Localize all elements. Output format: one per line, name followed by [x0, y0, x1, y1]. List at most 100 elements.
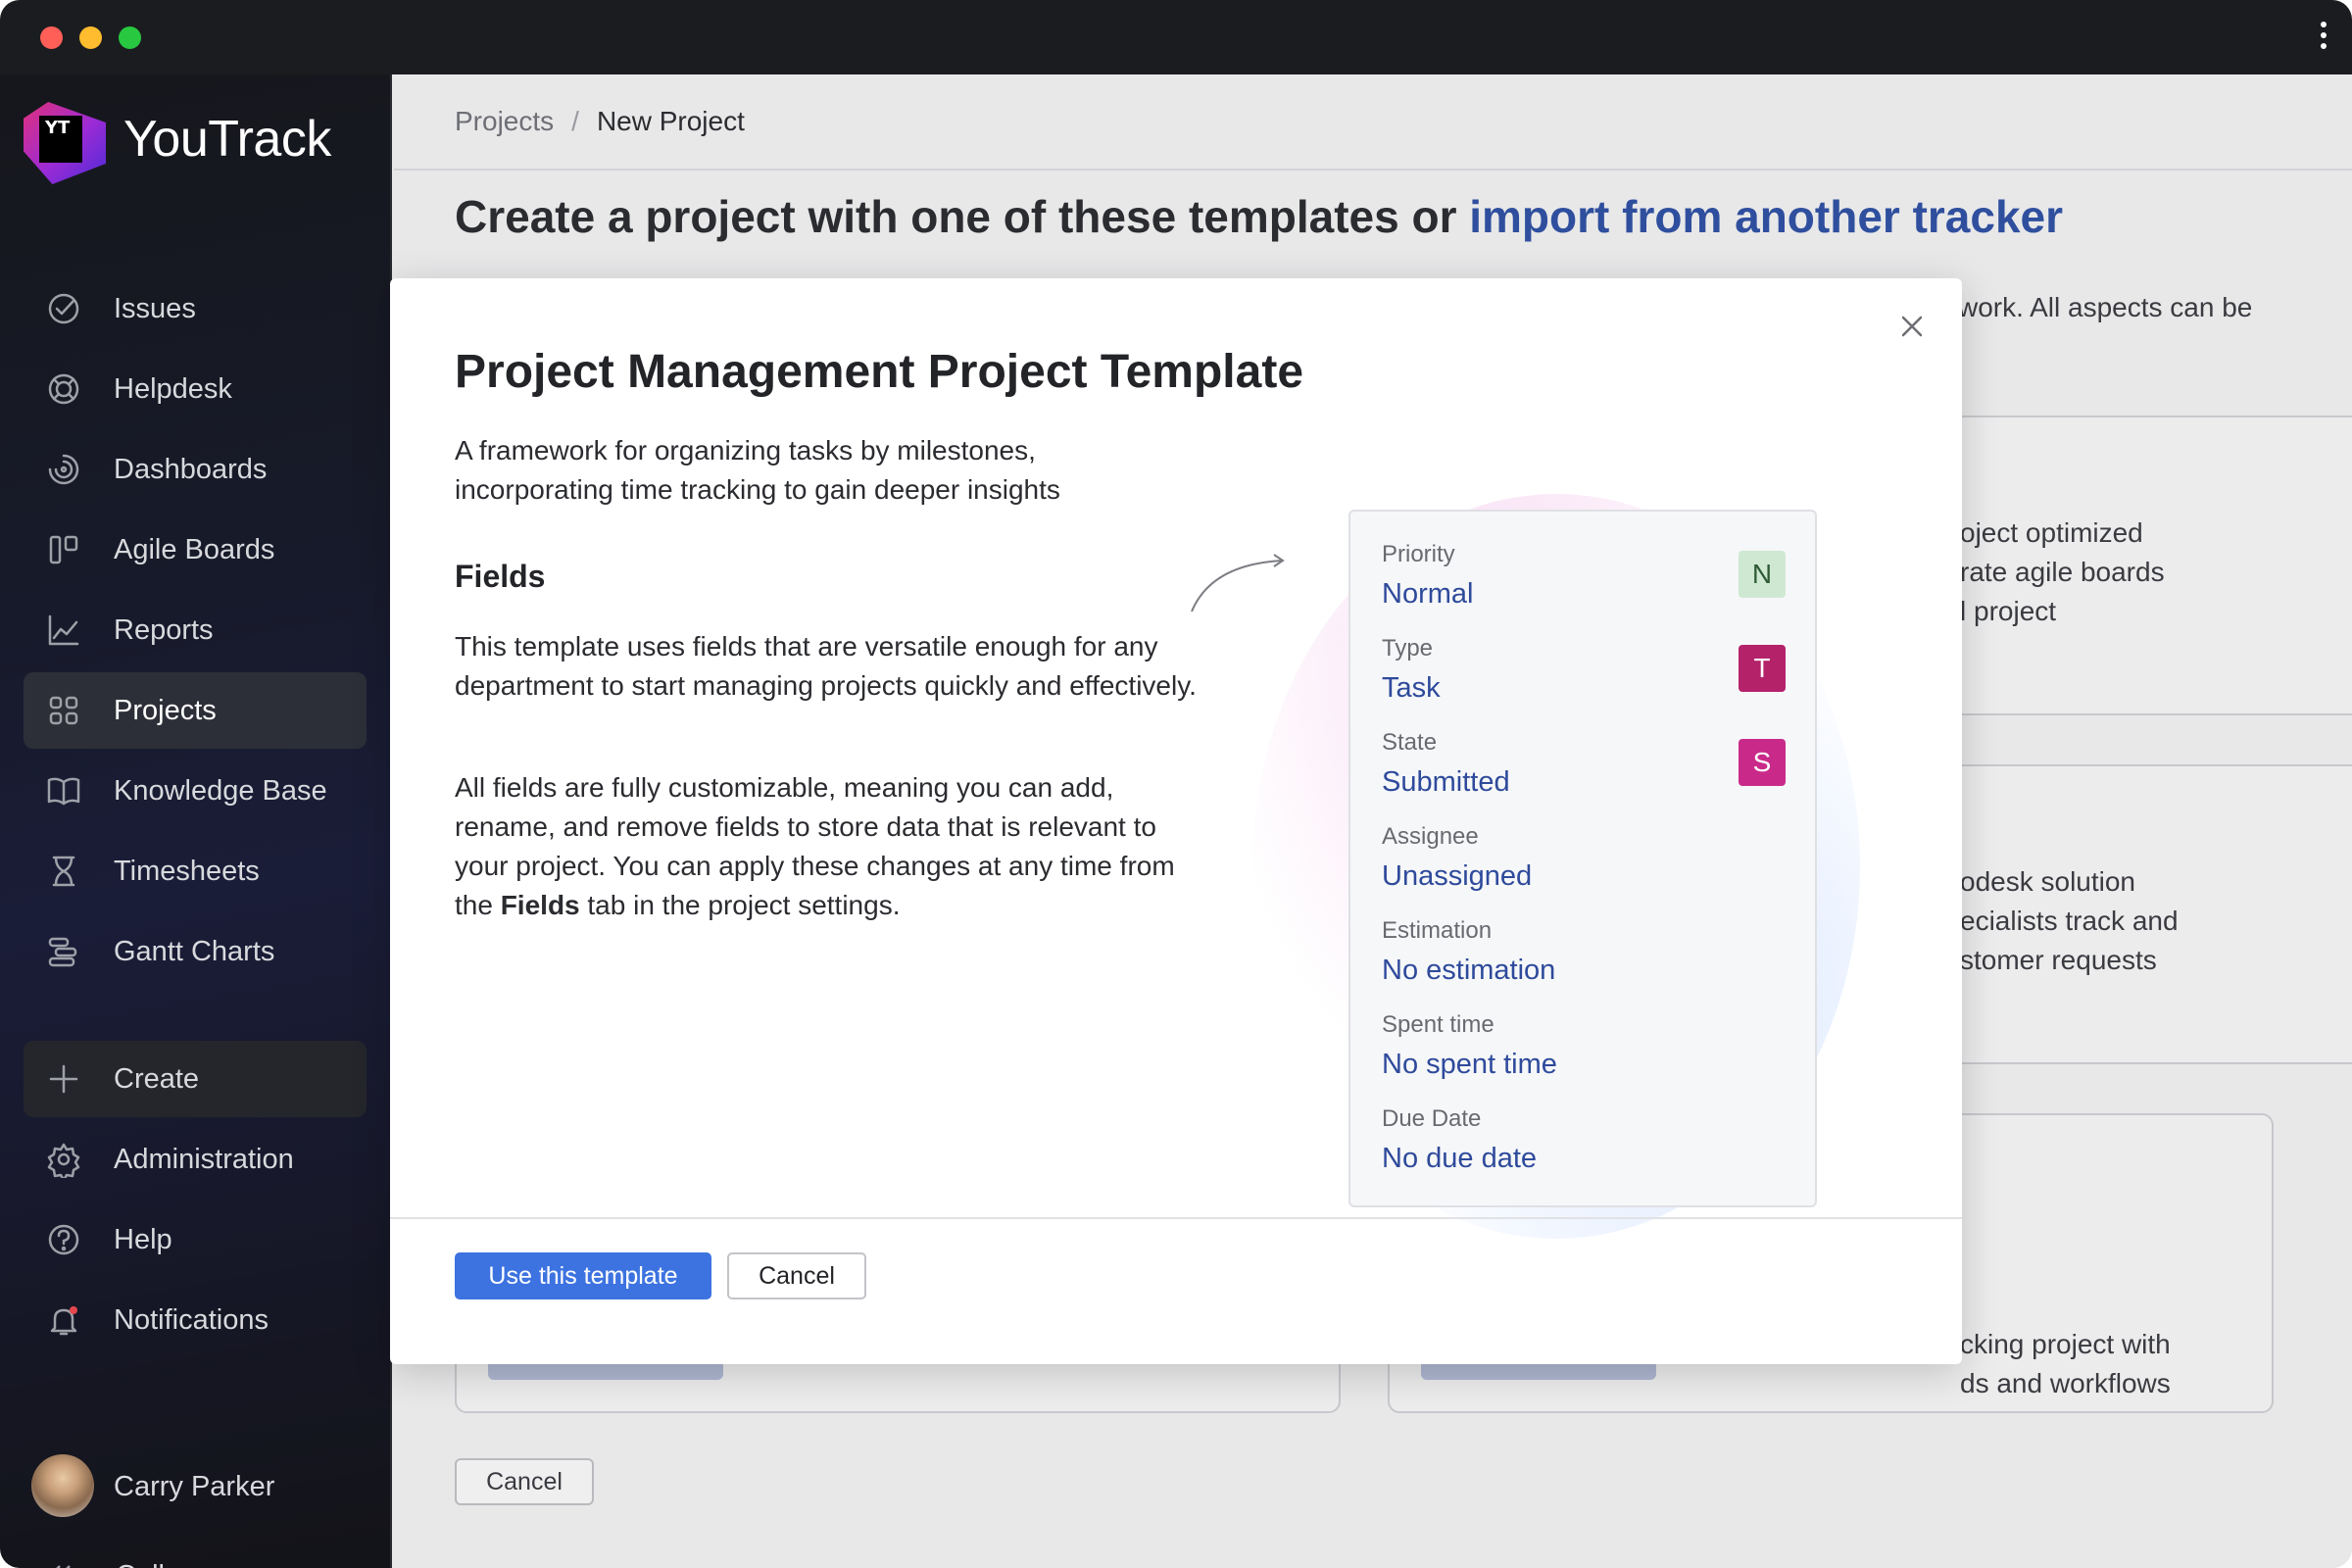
sidebar-item-create[interactable]: Create	[24, 1041, 367, 1117]
field-label: Assignee	[1382, 823, 1479, 850]
sidebar-item-timesheets[interactable]: Timesheets	[24, 833, 367, 909]
curved-arrow-icon	[1182, 541, 1299, 619]
note-text: tab in the project settings.	[579, 890, 901, 920]
sidebar-item-helpdesk[interactable]: Helpdesk	[24, 351, 367, 427]
dialog-subtitle: A framework for organizing tasks by mile…	[455, 435, 1060, 505]
type-badge: T	[1739, 645, 1786, 692]
page-title: Create a project with one of these templ…	[455, 190, 2063, 243]
sidebar-item-agile-boards[interactable]: Agile Boards	[24, 512, 367, 588]
sidebar-item-projects[interactable]: Projects	[24, 672, 367, 749]
field-label: Spent time	[1382, 1011, 1494, 1038]
close-window-button[interactable]	[40, 26, 63, 49]
knowledge-base-icon	[45, 772, 82, 809]
priority-badge: N	[1739, 551, 1786, 598]
card-text-line: stomer requests	[1960, 945, 2157, 975]
sidebar-item-label: Timesheets	[114, 855, 260, 887]
sidebar-item-administration[interactable]: Administration	[24, 1121, 367, 1198]
use-template-button[interactable]: Use this template	[455, 1252, 711, 1299]
sidebar-item-reports[interactable]: Reports	[24, 592, 367, 668]
sidebar-item-label: Create	[114, 1062, 200, 1095]
breadcrumb-current: New Project	[596, 106, 745, 136]
page-title-text: Create a project with one of these templ…	[455, 191, 1470, 242]
card-text-line: odesk solution	[1960, 866, 2136, 897]
field-priority: Priority Normal	[1382, 541, 1473, 611]
dashboards-icon	[45, 451, 82, 488]
minimize-window-button[interactable]	[79, 26, 102, 49]
field-value: Task	[1382, 672, 1441, 704]
sidebar-item-label: Notifications	[114, 1303, 269, 1336]
close-icon[interactable]	[1895, 310, 1929, 343]
issues-icon	[45, 290, 82, 327]
title-bar	[0, 0, 2352, 74]
timesheets-icon	[45, 853, 82, 890]
breadcrumb-separator: /	[571, 106, 579, 136]
avatar[interactable]	[31, 1454, 94, 1517]
field-label: Priority	[1382, 541, 1455, 567]
field-assignee: Assignee Unassigned	[1382, 823, 1532, 893]
gantt-charts-icon	[45, 933, 82, 970]
user-name[interactable]: Carry Parker	[114, 1471, 274, 1503]
field-due-date: Due Date No due date	[1382, 1105, 1537, 1175]
note-bold-fields: Fields	[500, 890, 580, 920]
sidebar-item-label: Gantt Charts	[114, 935, 275, 967]
collapse-label: Collapse	[116, 1560, 226, 1568]
field-value: Submitted	[1382, 766, 1510, 798]
bell-icon	[45, 1301, 82, 1339]
plus-icon	[45, 1060, 82, 1098]
brand-name: YouTrack	[123, 111, 331, 168]
field-value: Normal	[1382, 578, 1474, 610]
field-label: Due Date	[1382, 1105, 1482, 1132]
import-link[interactable]: import from another tracker	[1469, 191, 2063, 242]
sidebar-item-label: Help	[114, 1223, 172, 1255]
double-chevron-left-icon	[56, 1565, 71, 1568]
field-estimation: Estimation No estimation	[1382, 917, 1555, 987]
reports-icon	[45, 612, 82, 649]
sidebar-item-label: Administration	[114, 1143, 294, 1175]
sidebar-item-label: Projects	[114, 694, 217, 726]
breadcrumb: Projects / New Project	[455, 106, 745, 137]
sidebar-item-knowledge-base[interactable]: Knowledge Base	[24, 753, 367, 829]
sidebar-item-dashboards[interactable]: Dashboards	[24, 431, 367, 508]
sidebar-item-label: Agile Boards	[114, 533, 275, 565]
page-cancel-button[interactable]: Cancel	[455, 1458, 594, 1505]
dialog-footer-divider	[390, 1217, 1962, 1219]
sidebar-item-label: Issues	[114, 292, 196, 324]
helpdesk-icon	[45, 370, 82, 408]
page-description: work. All aspects can be	[1958, 292, 2253, 322]
help-icon	[45, 1221, 82, 1258]
collapse-button[interactable]: Collapse	[43, 1559, 226, 1568]
youtrack-logo[interactable]: YT	[24, 102, 106, 184]
cancel-button[interactable]: Cancel	[727, 1252, 866, 1299]
maximize-window-button[interactable]	[119, 26, 141, 49]
fields-preview-card: Priority Normal N Type Task T State Subm…	[1348, 510, 1817, 1207]
field-type: Type Task	[1382, 635, 1441, 705]
sidebar-item-label: Helpdesk	[114, 372, 232, 405]
field-value: No estimation	[1382, 955, 1556, 986]
sidebar-item-label: Reports	[114, 613, 214, 646]
fields-customization-note: All fields are fully customizable, meani…	[455, 768, 1200, 925]
field-value: Unassigned	[1382, 860, 1533, 892]
sidebar-item-help[interactable]: Help	[24, 1201, 367, 1278]
field-state: State Submitted	[1382, 729, 1510, 799]
field-value: No due date	[1382, 1143, 1538, 1174]
template-dialog: Project Management Project Template A fr…	[390, 278, 1962, 1364]
divider	[394, 169, 2352, 171]
sidebar-item-gantt-charts[interactable]: Gantt Charts	[24, 913, 367, 990]
sidebar-item-issues[interactable]: Issues	[24, 270, 367, 347]
field-label: State	[1382, 729, 1438, 756]
card-text-line: rate agile boards	[1960, 557, 2165, 587]
card-text-line: ecialists track and	[1960, 906, 2179, 936]
app-window: YT YouTrack Issues Helpdesk Dashboards A…	[0, 0, 2352, 1568]
fields-heading: Fields	[455, 559, 546, 594]
projects-icon	[45, 692, 82, 729]
field-value: No spent time	[1382, 1049, 1557, 1080]
state-badge: S	[1739, 739, 1786, 786]
field-label: Type	[1382, 635, 1434, 662]
more-options-icon[interactable]	[2317, 22, 2330, 53]
agile-boards-icon	[45, 531, 82, 568]
gear-icon	[45, 1141, 82, 1178]
card-text-line: ds and workflows	[1960, 1368, 2171, 1398]
sidebar-item-notifications[interactable]: Notifications	[24, 1282, 367, 1358]
field-label: Estimation	[1382, 917, 1493, 944]
breadcrumb-projects[interactable]: Projects	[455, 106, 554, 137]
